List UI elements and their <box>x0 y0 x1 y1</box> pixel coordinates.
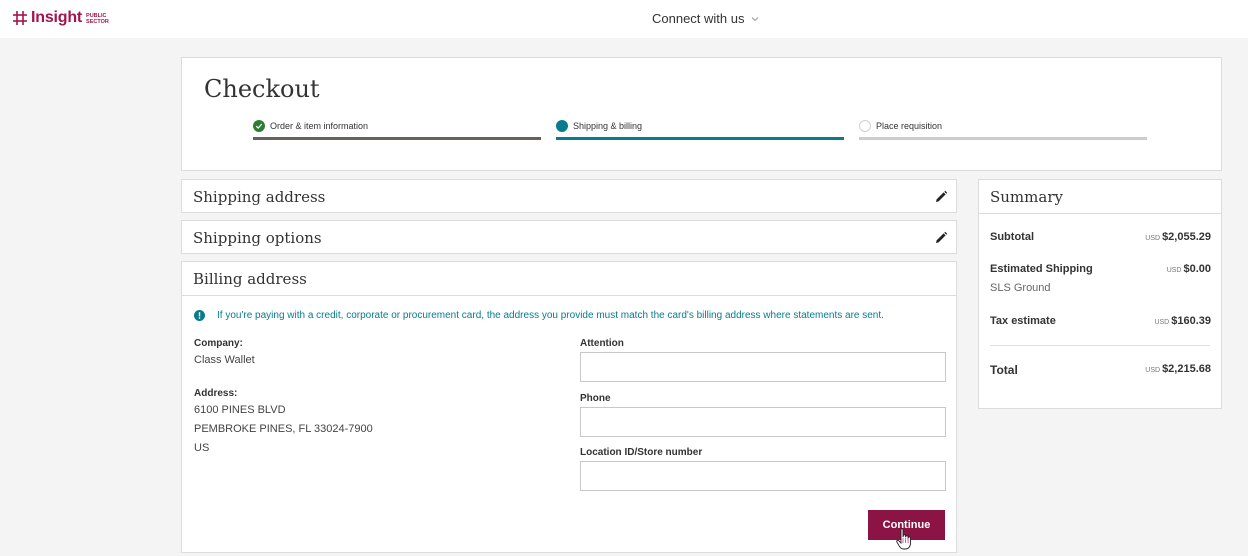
phone-input[interactable] <box>580 407 946 437</box>
currency-code: USD <box>1166 267 1182 274</box>
logo-wordmark: Insight <box>31 9 83 26</box>
estimated-shipping-label: Estimated Shipping <box>990 263 1093 275</box>
shipping-options-section[interactable]: Shipping options <box>181 220 957 254</box>
checkout-progress-card: Checkout Order & item information Shippi… <box>181 57 1222 171</box>
step-pending-icon <box>859 120 871 132</box>
attention-input[interactable] <box>580 352 946 382</box>
step-progress-bar <box>859 137 1147 140</box>
address-label: Address: <box>194 388 238 399</box>
subtotal-amount: $2,055.29 <box>1162 231 1211 243</box>
chevron-down-icon <box>751 16 758 21</box>
pencil-icon[interactable] <box>934 231 948 245</box>
insight-logo[interactable]: Insight PUBLIC SECTOR <box>12 9 109 27</box>
address-line-2: PEMBROKE PINES, FL 33024-7900 <box>194 423 373 435</box>
tax-estimate-value: USD $160.39 <box>1154 315 1211 327</box>
location-id-label: Location ID/Store number <box>580 447 703 458</box>
step-label: Place requisition <box>876 121 943 131</box>
currency-code: USD <box>1154 319 1170 326</box>
pencil-icon[interactable] <box>934 190 948 204</box>
summary-divider <box>990 345 1210 346</box>
step-label: Order & item information <box>270 121 369 131</box>
company-label: Company: <box>194 338 243 349</box>
subtotal-value: USD $2,055.29 <box>1145 231 1211 243</box>
tax-amount: $160.39 <box>1171 315 1211 327</box>
card-billing-notice: If you're paying with a credit, corporat… <box>194 310 884 321</box>
logo-subtitle: PUBLIC SECTOR <box>86 13 109 25</box>
currency-code: USD <box>1145 367 1161 374</box>
billing-address-header: Billing address <box>182 262 956 296</box>
tax-estimate-label: Tax estimate <box>990 315 1056 327</box>
location-id-input[interactable] <box>580 461 946 491</box>
insight-logo-icon <box>13 11 27 25</box>
step-progress-bar <box>556 137 844 140</box>
step-label: Shipping & billing <box>573 121 643 131</box>
summary-header: Summary <box>979 180 1221 214</box>
checkmark-icon <box>255 123 263 129</box>
subtotal-label: Subtotal <box>990 231 1034 243</box>
shipping-address-section[interactable]: Shipping address <box>181 179 957 213</box>
hand-pointer-icon <box>896 528 911 550</box>
address-line-3: US <box>194 442 210 454</box>
page-title: Checkout <box>204 75 320 103</box>
logo-subtitle-line-2: SECTOR <box>86 19 109 25</box>
notice-text: If you're paying with a credit, corporat… <box>217 310 884 321</box>
connect-with-us-label: Connect with us <box>652 11 745 26</box>
shipping-address-heading: Shipping address <box>193 188 326 206</box>
summary-heading: Summary <box>990 188 1063 206</box>
estimated-shipping-value: USD $0.00 <box>1167 263 1211 275</box>
attention-label: Attention <box>580 338 624 349</box>
shipping-options-heading: Shipping options <box>193 229 322 247</box>
currency-code: USD <box>1145 235 1161 242</box>
info-icon <box>194 310 205 321</box>
billing-address-section: Billing address If you're paying with a … <box>181 261 957 553</box>
shipping-amount: $0.00 <box>1183 263 1211 275</box>
company-value: Class Wallet <box>194 354 255 366</box>
total-value: USD $2,215.68 <box>1145 363 1211 375</box>
total-amount: $2,215.68 <box>1162 363 1211 375</box>
step-current-icon <box>556 120 568 132</box>
order-summary-card: Summary Subtotal USD $2,055.29 Estimated … <box>978 179 1222 409</box>
billing-address-heading: Billing address <box>193 270 307 288</box>
address-line-1: 6100 PINES BLVD <box>194 404 286 416</box>
total-label: Total <box>990 363 1018 377</box>
phone-label: Phone <box>580 393 611 404</box>
step-complete-icon <box>253 120 265 132</box>
top-bar: Insight PUBLIC SECTOR Connect with us <box>0 0 1248 38</box>
connect-with-us-menu[interactable]: Connect with us <box>652 11 760 26</box>
shipping-method: SLS Ground <box>990 282 1051 294</box>
step-progress-bar <box>253 137 541 140</box>
